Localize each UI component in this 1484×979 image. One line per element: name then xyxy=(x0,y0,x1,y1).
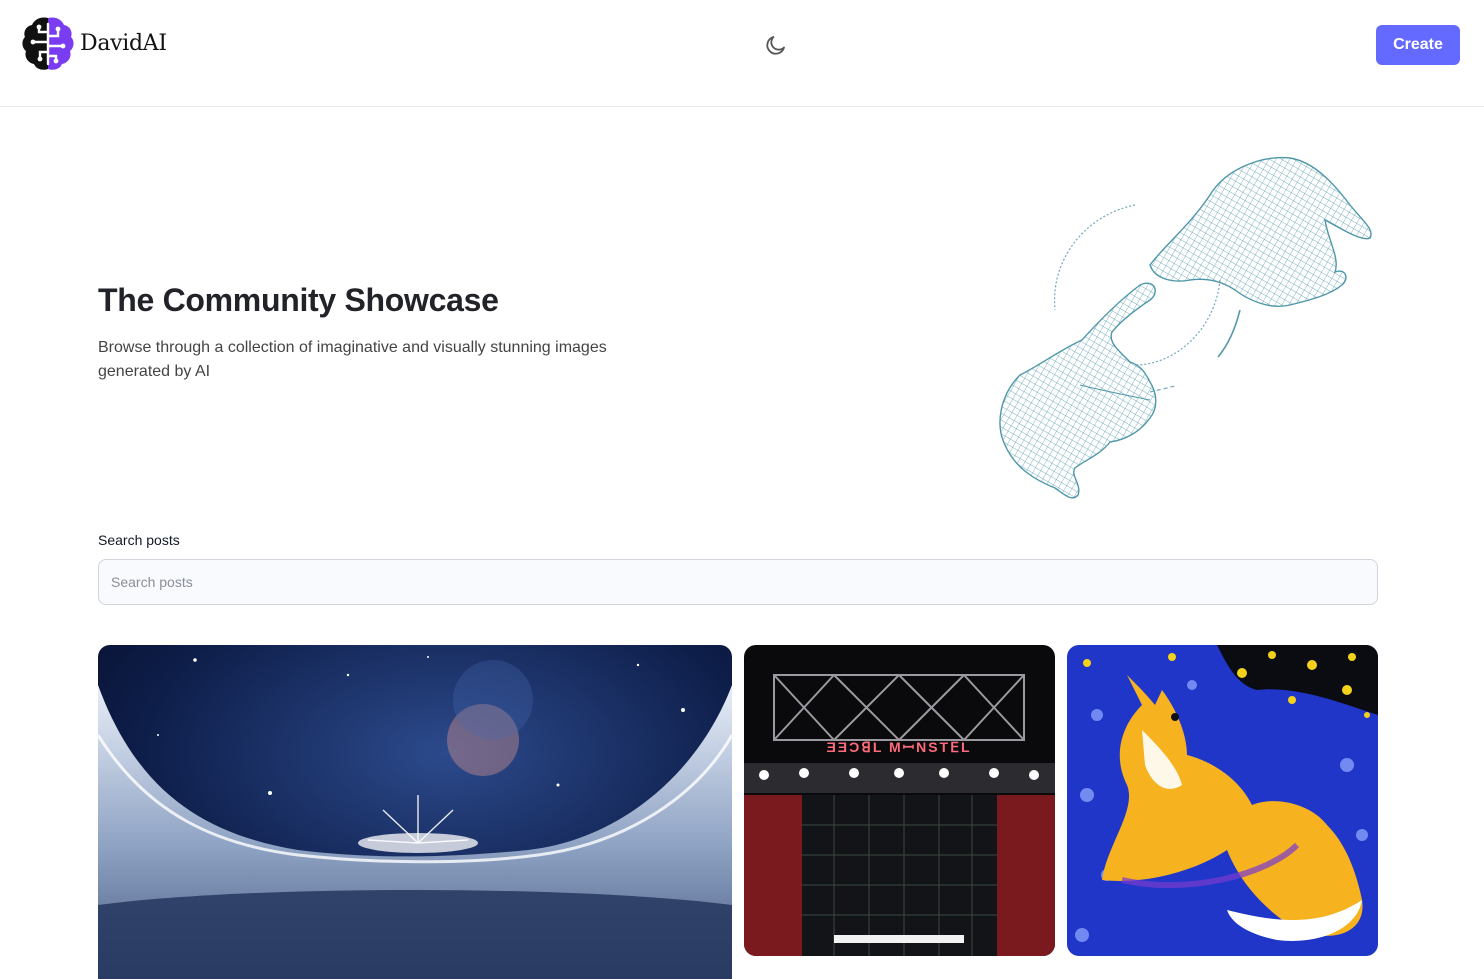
create-button[interactable]: Create xyxy=(1376,25,1460,65)
wireframe-hands-illustration xyxy=(999,156,1372,499)
gallery-image xyxy=(1067,645,1378,956)
page-subtitle: Browse through a collection of imaginati… xyxy=(98,339,607,380)
gallery-card-crystal-stadium[interactable] xyxy=(98,645,732,979)
moon-icon[interactable] xyxy=(764,33,788,57)
brain-logo-icon xyxy=(22,17,74,70)
page-title: The Community Showcase xyxy=(98,282,499,318)
gallery-card-stadium-facade[interactable]: ƎƎƆꓭL MꟷNSTꓰL xyxy=(744,645,1055,956)
gallery-image: ƎƎƆꓭL MꟷNSTꓰL xyxy=(744,645,1055,956)
gallery-card-fox-painting[interactable] xyxy=(1067,645,1378,956)
search-label: Search posts xyxy=(98,532,180,548)
brand-name: DavidAI xyxy=(80,30,167,56)
stadium-sign-text: ƎƎƆꓭL MꟷNSTꓰL xyxy=(826,739,971,755)
search-input[interactable] xyxy=(98,559,1378,605)
brand-logo-link[interactable]: DavidAI xyxy=(20,14,167,72)
top-navbar: DavidAI Create xyxy=(0,0,1484,107)
gallery-image xyxy=(98,645,732,979)
